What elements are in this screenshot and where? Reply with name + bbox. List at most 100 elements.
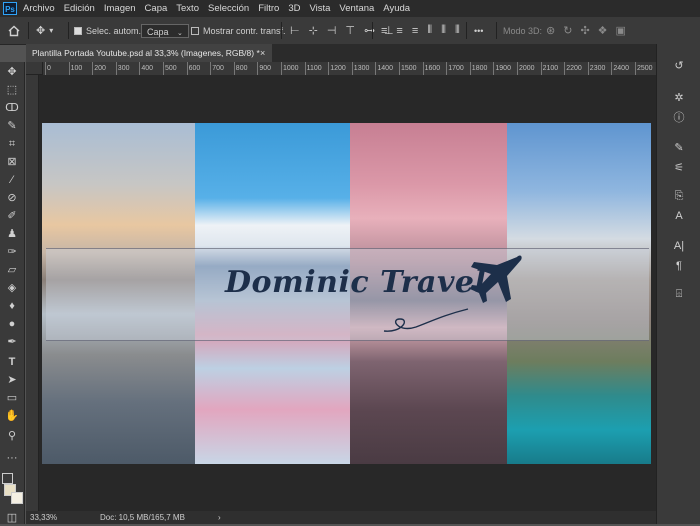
- distribute-top-icon[interactable]: ≡: [381, 25, 387, 37]
- ruler-corner: [26, 62, 43, 75]
- hand-icon[interactable]: ✋: [4, 408, 20, 424]
- ruler-tick-mark: [115, 62, 117, 75]
- ruler-tick-label: 1800: [471, 65, 488, 72]
- character-icon[interactable]: A|: [671, 238, 687, 254]
- ruler-tick-mark: [611, 62, 613, 75]
- dodge-icon[interactable]: ●: [4, 316, 20, 332]
- auto-select-dropdown[interactable]: Capa ⌄: [141, 17, 189, 44]
- auto-select-value: Capa: [147, 26, 169, 37]
- 3d-tools-group: ⊛ ↻ ✣ ❖ ▣: [546, 17, 626, 44]
- menu-edicion[interactable]: Edición: [64, 3, 95, 14]
- 3d-drag-icon[interactable]: ✣: [580, 24, 589, 37]
- move-tool-icon[interactable]: ✥ ▾: [36, 17, 53, 44]
- distribute-bottom-icon[interactable]: ≡: [412, 25, 418, 37]
- ruler-tick-label: 1200: [330, 65, 346, 72]
- zoom-level[interactable]: 33,33%: [30, 511, 57, 524]
- menu-archivo[interactable]: Archivo: [23, 3, 55, 14]
- frame-icon[interactable]: ⊠: [4, 154, 20, 170]
- quick-select-icon[interactable]: ✎: [4, 118, 20, 134]
- adjustments-icon[interactable]: ✲: [671, 90, 687, 106]
- path-select-icon[interactable]: ➤: [4, 372, 20, 388]
- ruler-tick-mark: [45, 62, 46, 75]
- type-icon[interactable]: T: [4, 354, 20, 370]
- gradient-icon[interactable]: ◈: [4, 280, 20, 296]
- home-icon[interactable]: [8, 17, 20, 44]
- ruler-tick-label: 2200: [566, 65, 582, 72]
- ruler-tick-mark: [257, 62, 259, 75]
- eraser-icon[interactable]: ▱: [4, 262, 20, 278]
- healing-icon[interactable]: ⊘: [4, 190, 20, 206]
- align-top-icon[interactable]: ⊤: [345, 24, 355, 37]
- menu-filtro[interactable]: Filtro: [258, 3, 279, 14]
- ruler-tick-mark: [68, 62, 70, 75]
- info-icon[interactable]: ⓘ: [671, 110, 687, 126]
- crop-icon[interactable]: ⌗: [4, 136, 20, 152]
- align-vcenter-icon[interactable]: ⊶: [364, 24, 375, 37]
- blur-icon[interactable]: ♦: [4, 298, 20, 314]
- 3d-roll-icon[interactable]: ↻: [563, 24, 572, 37]
- 3d-rotate-icon[interactable]: ⊛: [546, 24, 555, 37]
- horizontal-ruler: 0 100 200 300 400 500 600 700 800 900 1000 1100 1200…: [43, 62, 656, 76]
- ruler-tick-mark: [517, 62, 518, 75]
- glyphs-icon[interactable]: ⌹: [671, 286, 687, 302]
- show-transform-checkbox[interactable]: Mostrar contr. transf.: [191, 17, 286, 44]
- paragraph-icon[interactable]: ¶: [671, 258, 687, 274]
- menu-3d[interactable]: 3D: [288, 3, 300, 14]
- more-tools-icon[interactable]: ···: [4, 450, 20, 466]
- menu-imagen[interactable]: Imagen: [104, 3, 136, 14]
- menu-seleccion[interactable]: Selección: [208, 3, 249, 14]
- auto-select-checkbox[interactable]: Selec. autom.:: [74, 17, 144, 44]
- brush-settings-icon[interactable]: ⚟: [671, 160, 687, 176]
- status-bar: 33,33% Doc: 10,5 MB/165,7 MB ›: [26, 511, 656, 524]
- ruler-tick-label: 800: [235, 65, 248, 72]
- document-tab[interactable]: Plantilla Portada Youtube.psd al 33,3% (…: [26, 44, 272, 62]
- rectangle-icon[interactable]: ▭: [4, 390, 20, 406]
- menu-vista[interactable]: Vista: [309, 3, 330, 14]
- more-options-button[interactable]: •••: [474, 17, 483, 44]
- distribute-vcenter-icon[interactable]: ≡: [396, 25, 402, 37]
- brushes-icon[interactable]: ✎: [671, 140, 687, 156]
- marquee-icon[interactable]: ⬚: [4, 82, 20, 98]
- ruler-tick-label: 2100: [542, 65, 559, 72]
- align-right-icon[interactable]: ⊣: [327, 24, 337, 37]
- brush-icon[interactable]: ✐: [4, 208, 20, 224]
- status-menu-arrow[interactable]: ›: [218, 511, 221, 524]
- clone-source-icon[interactable]: ⎘: [671, 188, 687, 204]
- ruler-tick-label: 400: [141, 65, 154, 72]
- ruler-tick-label: 200: [94, 65, 106, 72]
- zoom-icon[interactable]: ⚲: [4, 428, 20, 444]
- ruler-tick-mark: [540, 62, 542, 75]
- menu-ventana[interactable]: Ventana: [339, 3, 374, 14]
- close-tab-icon[interactable]: ×: [260, 44, 265, 62]
- pen-icon[interactable]: ✒: [4, 334, 20, 350]
- ruler-tick-mark: [233, 62, 235, 75]
- menu-texto[interactable]: Texto: [176, 3, 199, 14]
- swap-colors-icon[interactable]: [2, 473, 13, 484]
- ruler-tick-mark: [351, 62, 353, 75]
- distribute-right-icon[interactable]: ⦀: [455, 24, 460, 37]
- distribute-left-icon[interactable]: ⦀: [427, 24, 432, 37]
- distribute-hcenter-icon[interactable]: ⦀: [441, 24, 446, 37]
- move-icon[interactable]: ✥: [4, 64, 20, 80]
- options-bar: ✥ ▾ Selec. autom.: Capa ⌄ Mostrar contr. …: [0, 17, 700, 45]
- ruler-tick-label: 1500: [401, 65, 417, 72]
- history-brush-icon[interactable]: ✑: [4, 244, 20, 260]
- lasso-icon[interactable]: ↀ: [4, 100, 20, 116]
- character-styles-icon[interactable]: A: [671, 208, 687, 224]
- menu-ayuda[interactable]: Ayuda: [383, 3, 410, 14]
- 3d-slide-icon[interactable]: ❖: [598, 24, 608, 37]
- youtube-cover-artwork[interactable]: Dominic Travel: [42, 123, 651, 464]
- menu-capa[interactable]: Capa: [145, 3, 168, 14]
- align-hcenter-icon[interactable]: ⊹: [309, 24, 318, 37]
- eyedropper-icon[interactable]: ⁄: [4, 172, 20, 188]
- ruler-tick-label: 1000: [283, 65, 299, 72]
- 3d-scale-icon[interactable]: ▣: [616, 24, 626, 37]
- ruler-tick-label: 1300: [353, 65, 370, 72]
- ruler-tick-mark: [139, 62, 141, 75]
- stamp-icon[interactable]: ♟: [4, 226, 20, 242]
- checkbox-unchecked-icon: [191, 26, 199, 35]
- history-icon[interactable]: ↺: [671, 58, 687, 74]
- background-color-swatch[interactable]: [11, 492, 23, 504]
- ruler-tick-mark: [163, 62, 164, 75]
- align-left-icon[interactable]: ⊢: [290, 24, 300, 37]
